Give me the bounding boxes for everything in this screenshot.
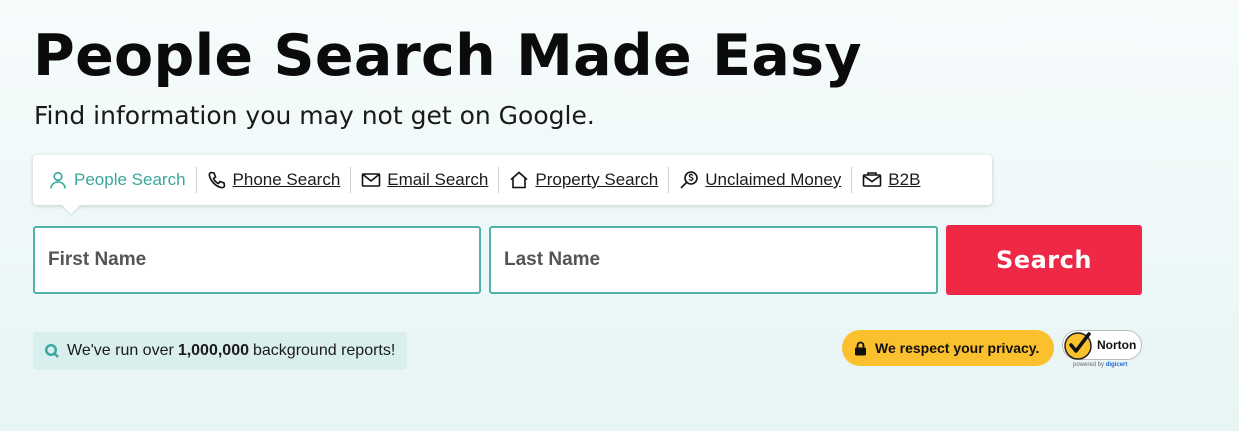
tab-b2b[interactable]: B2B: [852, 167, 930, 193]
money-search-icon: [680, 171, 699, 189]
privacy-label: We respect your privacy.: [875, 340, 1040, 356]
tab-label: People Search: [74, 170, 186, 189]
privacy-badge: We respect your privacy.: [842, 330, 1054, 366]
tab-label: Unclaimed Money: [705, 170, 842, 189]
page-subtitle: Find information you may not get on Goog…: [34, 101, 595, 130]
lock-icon: [855, 341, 866, 355]
tab-label: Property Search: [535, 170, 659, 189]
first-name-input[interactable]: [33, 226, 481, 294]
briefcase-mail-icon: [862, 172, 882, 187]
banner-suffix: background reports!: [253, 342, 396, 359]
tab-phone-search[interactable]: Phone Search: [197, 167, 351, 193]
tab-people-search[interactable]: People Search: [45, 167, 196, 193]
search-button[interactable]: Search: [946, 225, 1142, 295]
tab-property-search[interactable]: Property Search: [499, 167, 668, 193]
phone-icon: [208, 171, 225, 189]
digicert-text: digicert: [1105, 362, 1128, 368]
powered-by-text: powered by: [1073, 362, 1105, 368]
tab-label: Phone Search: [232, 170, 341, 189]
tab-label: B2B: [888, 170, 921, 189]
person-icon: [50, 171, 66, 189]
norton-label: Norton: [1097, 338, 1137, 352]
norton-seal: Norton powered by digicert: [1062, 328, 1144, 374]
banner-count: 1,000,000: [177, 342, 249, 359]
norton-check-icon: [1064, 332, 1092, 360]
norton-powered-by: powered by digicert: [1073, 362, 1127, 368]
page-title: People Search Made Easy: [33, 23, 862, 89]
tab-email-search[interactable]: Email Search: [351, 167, 498, 193]
banner-prefix: We've run over: [67, 342, 174, 359]
tab-unclaimed-money[interactable]: Unclaimed Money: [669, 167, 851, 193]
house-icon: [510, 171, 528, 189]
tab-label: Email Search: [387, 170, 489, 189]
envelope-icon: [361, 173, 381, 187]
last-name-input[interactable]: [489, 226, 938, 294]
search-icon: [44, 343, 59, 358]
search-type-tabs: People Search Phone Search Email Search …: [33, 155, 992, 205]
reports-count-banner: We've run over 1,000,000 background repo…: [33, 332, 408, 370]
